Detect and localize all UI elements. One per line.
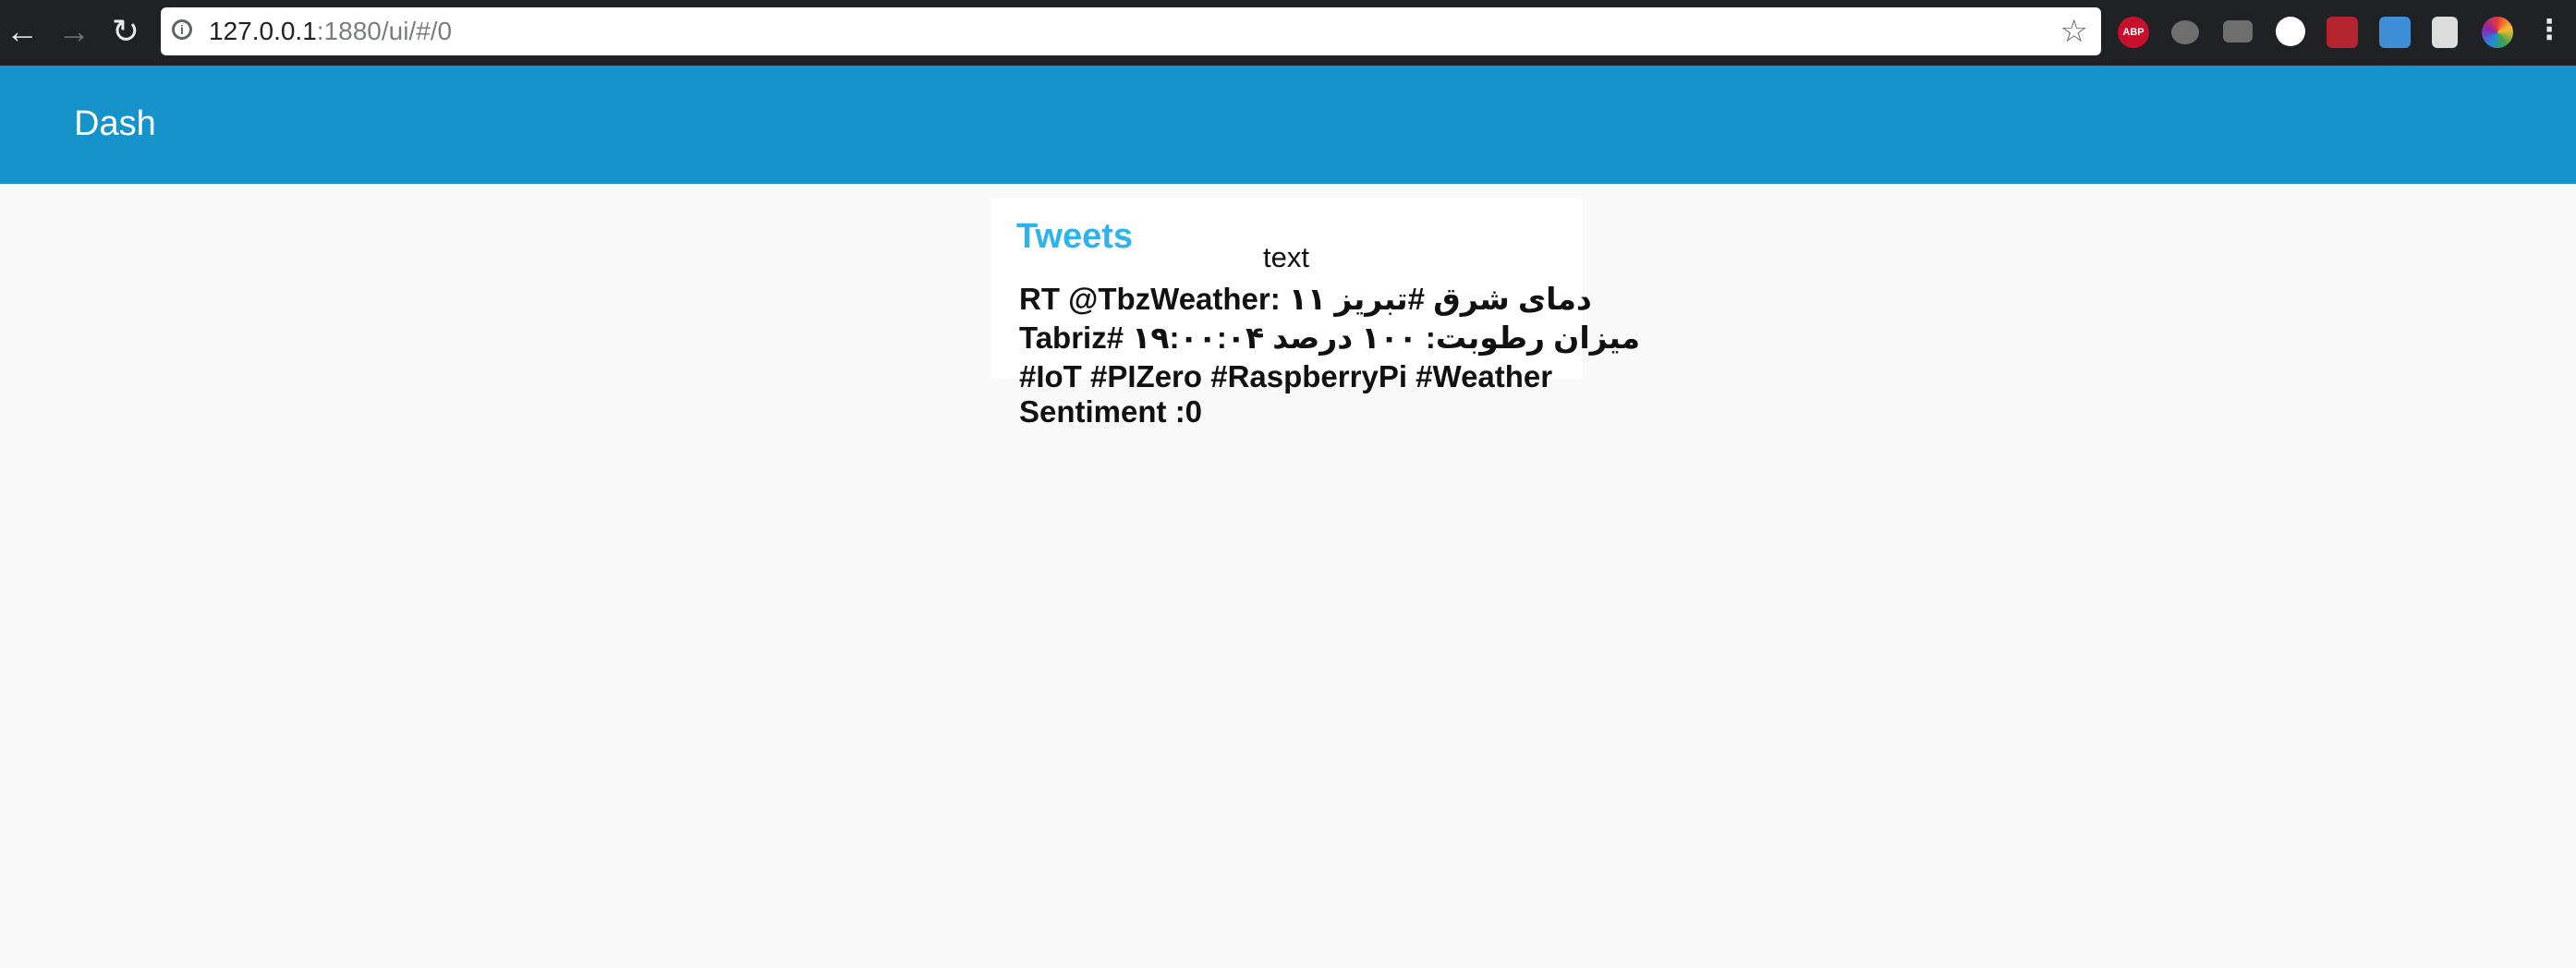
app-header: Dash — [0, 66, 2576, 184]
info-icon[interactable]: i — [172, 19, 192, 40]
text-label: text — [1263, 241, 1309, 273]
forward-icon[interactable]: → — [55, 13, 92, 50]
download-icon[interactable] — [2379, 17, 2411, 48]
circle-icon[interactable] — [2276, 17, 2305, 46]
back-icon[interactable]: ← — [4, 13, 41, 50]
tweet-text: RT @TbzWeather: ۱۱ دمای شرق #تبریز Tabri… — [1019, 280, 1641, 429]
folder-icon[interactable] — [2223, 20, 2253, 42]
menu-dots-icon[interactable]: ⋮ — [2535, 17, 2563, 48]
url-path: :1880/ui/#/0 — [316, 17, 453, 45]
mendeley-icon[interactable] — [2327, 17, 2358, 48]
tweet-line: RT @TbzWeather: ۱۱ دمای شرق #تبریز — [1019, 282, 1592, 316]
adblock-icon[interactable]: ABP — [2118, 17, 2149, 48]
tweets-card: Tweets text RT @TbzWeather: ۱۱ دمای شرق … — [991, 199, 1640, 428]
browser-toolbar: ← → ↻ i 127.0.0.1:1880/ui/#/0 ☆ ABP ⋮ — [0, 0, 2576, 66]
url-text[interactable]: 127.0.0.1:1880/ui/#/0 — [209, 17, 452, 46]
url-host: 127.0.0.1 — [209, 17, 317, 45]
color-wheel-icon[interactable] — [2482, 17, 2513, 48]
tweet-line: Tabriz# میزان رطوبت: ۱۰۰ درصد ۱۹:۰۰:۰۴ — [1019, 321, 1641, 355]
chat-icon[interactable] — [2171, 20, 2199, 44]
card-title: Tweets — [1016, 217, 1134, 256]
bookmark-star-icon[interactable]: ☆ — [2060, 13, 2088, 50]
tweet-line: #IoT #PIZero #RaspberryPi #Weather — [1019, 359, 1553, 393]
sentiment-line: Sentiment :0 — [1019, 394, 1203, 429]
document-icon[interactable] — [2432, 17, 2458, 48]
app-title: Dash — [74, 104, 156, 143]
reload-icon[interactable]: ↻ — [107, 13, 144, 50]
address-bar[interactable]: i 127.0.0.1:1880/ui/#/0 ☆ — [161, 7, 2101, 55]
